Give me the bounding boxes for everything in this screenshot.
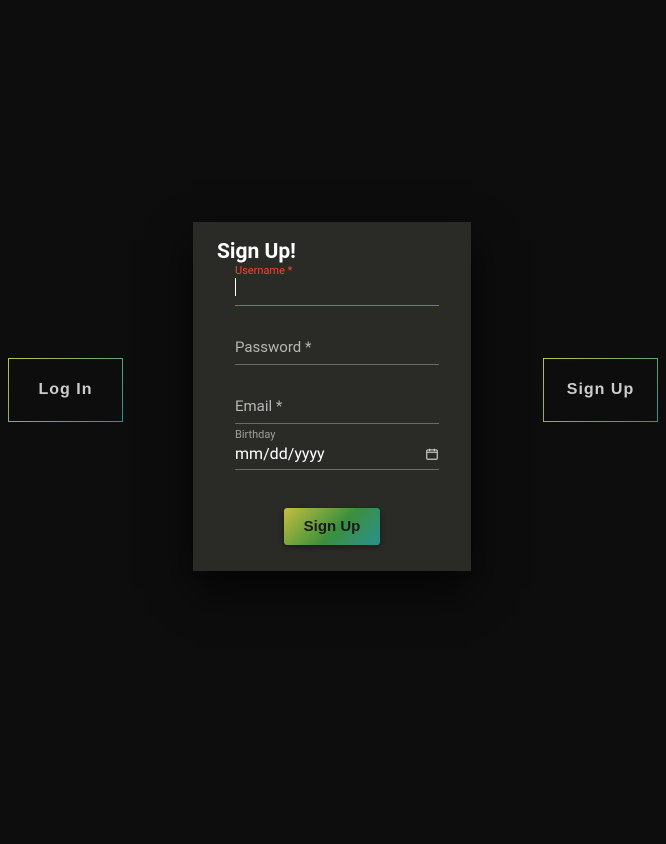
- username-label: Username *: [235, 264, 292, 277]
- submit-row: Sign Up: [217, 498, 447, 563]
- email-label[interactable]: Email *: [235, 393, 439, 424]
- modal-title: Sign Up!: [217, 240, 447, 264]
- username-input[interactable]: [235, 278, 439, 306]
- email-field-group: Email *: [235, 393, 439, 424]
- sign-up-side-button[interactable]: Sign Up: [543, 358, 658, 422]
- signup-modal: Sign Up! Username * Password * Email * B…: [193, 222, 471, 571]
- password-field-group: Password *: [235, 334, 439, 365]
- sign-up-side-label: Sign Up: [567, 381, 634, 399]
- birthday-input[interactable]: mm/dd/yyyy: [235, 442, 439, 470]
- sign-up-submit-button[interactable]: Sign Up: [284, 508, 381, 545]
- calendar-icon[interactable]: [425, 447, 439, 461]
- username-field-group: Username *: [235, 278, 439, 306]
- birthday-placeholder: mm/dd/yyyy: [235, 444, 325, 463]
- password-label[interactable]: Password *: [235, 334, 439, 365]
- log-in-label: Log In: [39, 381, 93, 399]
- log-in-button[interactable]: Log In: [8, 358, 123, 422]
- sign-up-submit-label: Sign Up: [304, 518, 361, 535]
- text-cursor: [235, 278, 236, 296]
- birthday-field-group: Birthday mm/dd/yyyy: [235, 442, 439, 470]
- birthday-label: Birthday: [235, 428, 276, 441]
